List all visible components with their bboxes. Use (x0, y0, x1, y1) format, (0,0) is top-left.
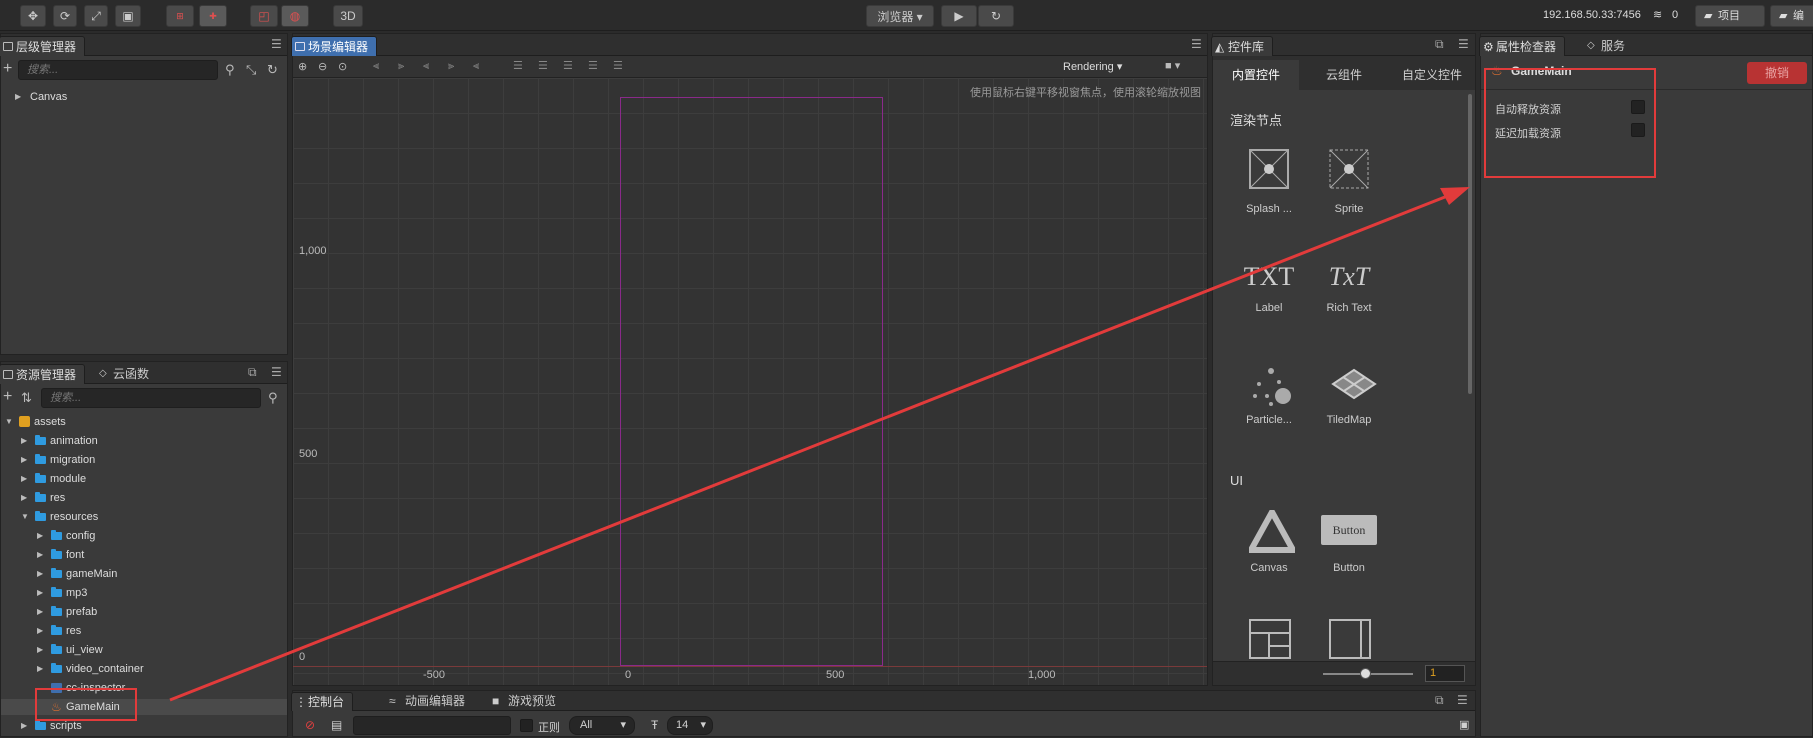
annotation-arrow (169, 187, 1470, 702)
